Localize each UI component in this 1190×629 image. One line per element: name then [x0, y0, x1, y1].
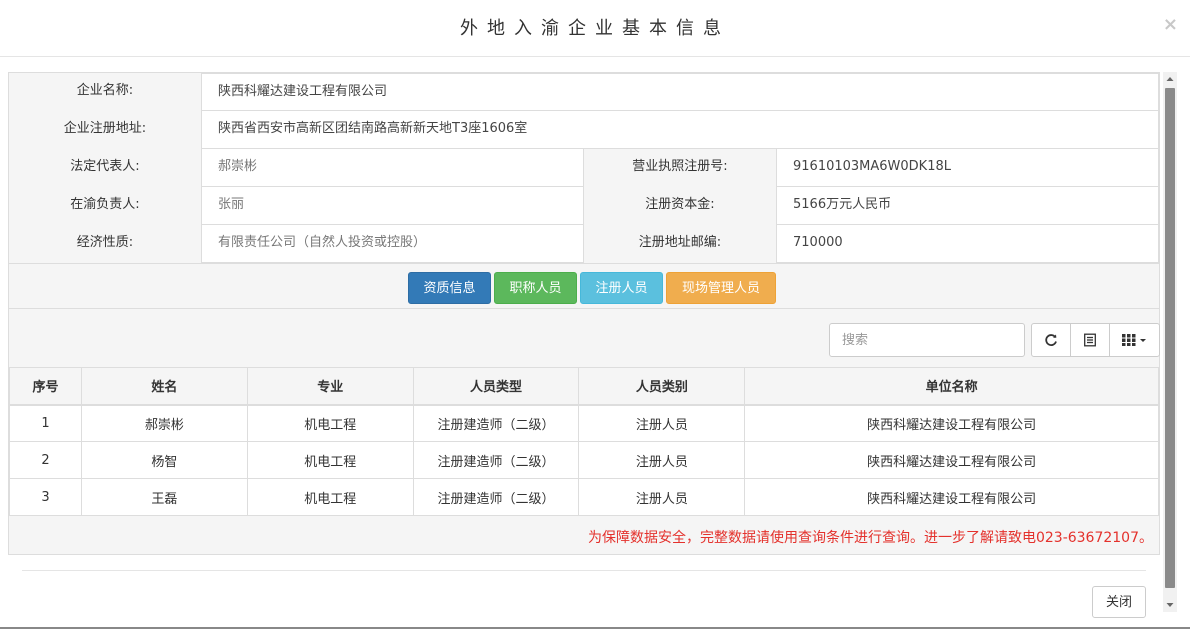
refresh-button[interactable] — [1031, 323, 1071, 357]
econ-label: 经济性质: — [9, 225, 201, 263]
column-header-company[interactable]: 单位名称 — [744, 367, 1159, 406]
column-header-specialty[interactable]: 专业 — [246, 367, 414, 406]
table-row[interactable]: 1 郝崇彬 机电工程 注册建造师（二级） 注册人员 陕西科耀达建设工程有限公司 — [9, 404, 1159, 442]
staff-table: 序号 姓名 专业 人员类型 人员类别 单位名称 1 郝崇彬 机电工程 注册建造师… — [9, 367, 1159, 516]
footer-divider — [22, 570, 1146, 571]
license-label: 营业执照注册号: — [584, 149, 776, 187]
close-icon[interactable]: × — [1163, 14, 1178, 35]
capital-value: 5166万元人民币 — [776, 187, 1159, 225]
cell-company: 陕西科耀达建设工程有限公司 — [744, 478, 1159, 516]
cell-name: 郝崇彬 — [80, 404, 248, 442]
capital-label: 注册资本金: — [584, 187, 776, 225]
postcode-label: 注册地址邮编: — [584, 225, 776, 263]
modal-dialog: 外地入渝企业基本信息 × 企业名称: 陕西科耀达建设工程有限公司 企业注册地址:… — [0, 0, 1190, 629]
column-header-name[interactable]: 姓名 — [80, 367, 248, 406]
legal-rep-label: 法定代表人: — [9, 149, 201, 187]
info-row-legal-rep: 法定代表人: 郝崇彬 营业执照注册号: 91610103MA6W0DK18L — [9, 149, 1161, 187]
category-button-bar: 资质信息 职称人员 注册人员 现场管理人员 — [9, 263, 1159, 309]
refresh-icon — [1045, 334, 1057, 346]
table-header-row: 序号 姓名 专业 人员类型 人员类别 单位名称 — [9, 367, 1159, 406]
scroll-up-arrow-icon[interactable] — [1163, 72, 1177, 86]
toggle-view-button[interactable] — [1070, 323, 1110, 357]
site-management-button[interactable]: 现场管理人员 — [666, 272, 776, 304]
cell-company: 陕西科耀达建设工程有限公司 — [744, 441, 1159, 479]
cell-staff-category: 注册人员 — [578, 441, 746, 479]
cell-staff-type: 注册建造师（二级） — [412, 441, 580, 479]
column-header-index[interactable]: 序号 — [9, 367, 82, 406]
list-icon — [1084, 333, 1096, 347]
qualification-button[interactable]: 资质信息 — [408, 272, 491, 304]
titled-staff-button[interactable]: 职称人员 — [494, 272, 577, 304]
company-name-label: 企业名称: — [9, 73, 201, 111]
local-head-label: 在渝负责人: — [9, 187, 201, 225]
postcode-value: 710000 — [776, 225, 1159, 263]
address-label: 企业注册地址: — [9, 111, 201, 149]
cell-specialty: 机电工程 — [246, 404, 414, 442]
column-header-staff-category[interactable]: 人员类别 — [578, 367, 746, 406]
info-row-local-head: 在渝负责人: 张丽 注册资本金: 5166万元人民币 — [9, 187, 1161, 225]
modal-title: 外地入渝企业基本信息 — [460, 18, 730, 39]
cell-index: 2 — [9, 441, 82, 479]
cell-specialty: 机电工程 — [246, 478, 414, 516]
cell-staff-type: 注册建造师（二级） — [412, 404, 580, 442]
table-row[interactable]: 2 杨智 机电工程 注册建造师（二级） 注册人员 陕西科耀达建设工程有限公司 — [9, 441, 1159, 479]
cell-staff-category: 注册人员 — [578, 478, 746, 516]
modal-header: 外地入渝企业基本信息 × — [0, 0, 1190, 57]
info-row-company-name: 企业名称: 陕西科耀达建设工程有限公司 — [9, 73, 1161, 111]
vertical-scrollbar[interactable] — [1163, 72, 1177, 612]
cell-index: 3 — [9, 478, 82, 516]
local-head-value: 张丽 — [201, 187, 584, 225]
grid-columns-icon — [1121, 334, 1146, 346]
scroll-down-arrow-icon[interactable] — [1163, 598, 1177, 612]
table-row[interactable]: 3 王磊 机电工程 注册建造师（二级） 注册人员 陕西科耀达建设工程有限公司 — [9, 478, 1159, 516]
legal-rep-value: 郝崇彬 — [201, 149, 584, 187]
search-input[interactable] — [829, 323, 1025, 357]
cell-name: 杨智 — [80, 441, 248, 479]
company-name-value: 陕西科耀达建设工程有限公司 — [201, 73, 1159, 111]
data-security-notice: 为保障数据安全，完整数据请使用查询条件进行查询。进一步了解请致电023-6367… — [587, 530, 1153, 546]
cell-index: 1 — [9, 404, 82, 442]
registered-staff-button[interactable]: 注册人员 — [580, 272, 663, 304]
cell-staff-type: 注册建造师（二级） — [412, 478, 580, 516]
cell-specialty: 机电工程 — [246, 441, 414, 479]
columns-dropdown-button[interactable] — [1109, 323, 1160, 357]
column-header-staff-type[interactable]: 人员类型 — [412, 367, 580, 406]
econ-value: 有限责任公司（自然人投资或控股） — [201, 225, 584, 263]
scrollbar-thumb[interactable] — [1165, 88, 1175, 588]
cell-name: 王磊 — [80, 478, 248, 516]
close-button[interactable]: 关闭 — [1092, 586, 1146, 618]
cell-staff-category: 注册人员 — [578, 404, 746, 442]
modal-body: 企业名称: 陕西科耀达建设工程有限公司 企业注册地址: 陕西省西安市高新区团结南… — [8, 72, 1160, 555]
info-row-address: 企业注册地址: 陕西省西安市高新区团结南路高新新天地T3座1606室 — [9, 111, 1161, 149]
license-value: 91610103MA6W0DK18L — [776, 149, 1159, 187]
address-value: 陕西省西安市高新区团结南路高新新天地T3座1606室 — [201, 111, 1159, 149]
info-row-econ: 经济性质: 有限责任公司（自然人投资或控股） 注册地址邮编: 710000 — [9, 225, 1161, 263]
cell-company: 陕西科耀达建设工程有限公司 — [744, 404, 1159, 442]
